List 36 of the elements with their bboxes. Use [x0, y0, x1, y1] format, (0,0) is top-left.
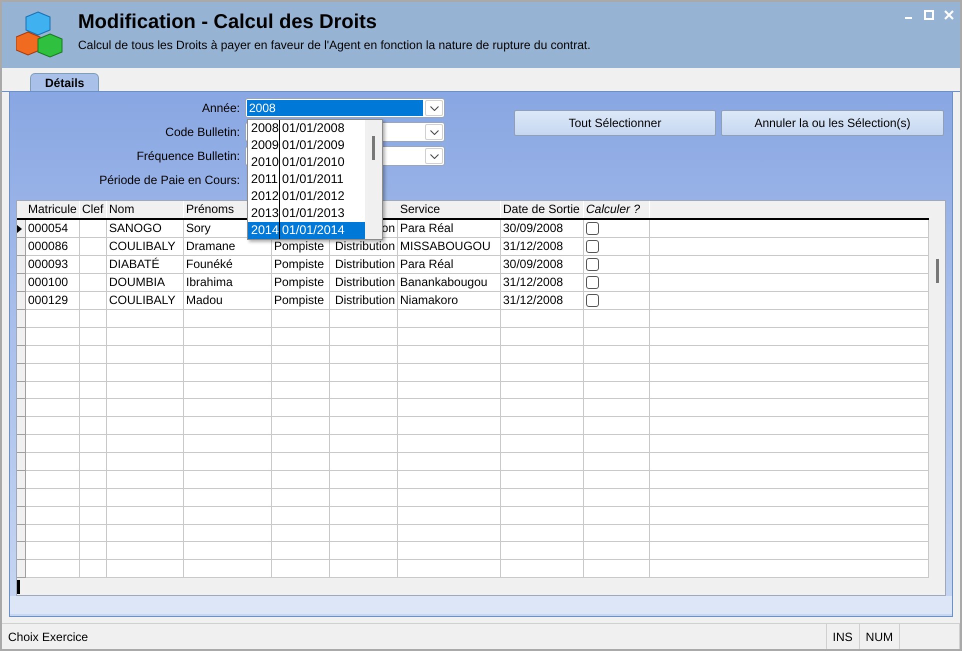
dropdown-item[interactable]: 2014 01/01/2014: [248, 222, 365, 239]
column-header[interactable]: Clef: [80, 201, 107, 218]
status-pane: NUM: [860, 624, 900, 649]
combo-box[interactable]: 2008: [245, 98, 445, 118]
checkbox[interactable]: [586, 276, 599, 289]
scroll-marker-icon: [17, 580, 21, 594]
window-title: Modification - Calcul des Droits: [78, 11, 378, 34]
status-pane: Choix Exercice: [2, 624, 827, 649]
field-label: Fréquence Bulletin:: [136, 149, 240, 163]
column-header[interactable]: Service: [398, 201, 501, 218]
chevron-down-icon: [430, 106, 438, 110]
chevron-down-icon: [430, 154, 438, 158]
action-button[interactable]: Annuler la ou les Sélection(s): [721, 110, 944, 136]
action-button[interactable]: Tout Sélectionner: [514, 110, 716, 136]
scrollbar-thumb[interactable]: [936, 259, 938, 283]
scrollbar-thumb[interactable]: [372, 136, 375, 160]
field-label: Année:: [200, 101, 240, 115]
column-header[interactable]: Date de Sortie: [501, 201, 584, 218]
chevron-down-icon: [430, 130, 438, 134]
checkbox[interactable]: [586, 294, 599, 307]
row-pointer-icon: [17, 224, 22, 232]
field-label: Code Bulletin:: [164, 125, 240, 139]
column-header[interactable]: Matricule: [26, 201, 80, 218]
checkbox[interactable]: [586, 222, 599, 235]
column-header[interactable]: Calculer ?: [584, 201, 650, 218]
dropdown-item[interactable]: 2008 01/01/2008: [248, 120, 365, 137]
row-header[interactable]: [17, 220, 26, 238]
checkbox[interactable]: [586, 258, 599, 271]
column-header[interactable]: Nom: [107, 201, 184, 218]
window-subtitle: Calcul de tous les Droits à payer en faveur de l'Agent en fonction la nature de rupture du contrat.: [78, 38, 591, 52]
checkbox[interactable]: [586, 240, 599, 253]
field-label: Période de Paie en Cours:: [98, 173, 240, 187]
status-pane: INS: [826, 624, 860, 649]
close-icon[interactable]: [944, 10, 954, 20]
tab[interactable]: Détails: [30, 73, 100, 91]
maximize-icon[interactable]: [924, 10, 934, 20]
